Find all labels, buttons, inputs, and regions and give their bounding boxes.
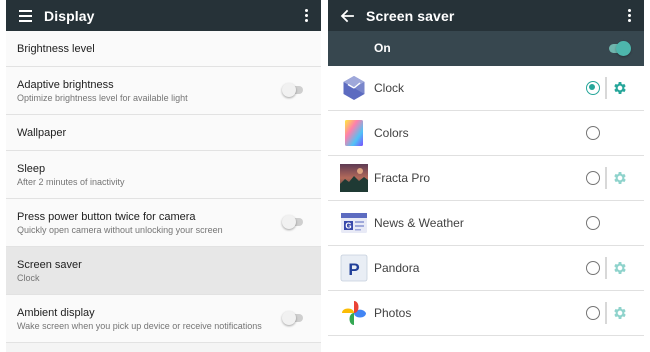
pandora-icon: P: [340, 254, 368, 282]
setting-title: Adaptive brightness: [17, 79, 114, 91]
setting-title: Press power button twice for camera: [17, 211, 196, 223]
gear-icon[interactable]: [612, 305, 628, 321]
saver-name: News & Weather: [374, 216, 464, 230]
setting-ambient-display[interactable]: Ambient display Wake screen when you pic…: [6, 295, 321, 343]
svg-text:P: P: [348, 260, 359, 279]
setting-power-button-camera[interactable]: Press power button twice for camera Quic…: [6, 199, 321, 247]
master-switch-toggle[interactable]: [607, 41, 631, 56]
news-weather-icon: G: [341, 213, 367, 233]
setting-subtitle: Clock: [17, 273, 40, 283]
saver-item-colors[interactable]: Colors: [328, 111, 644, 156]
saver-name: Fracta Pro: [374, 171, 431, 185]
setting-title: Sleep: [17, 163, 46, 175]
saver-item-pandora[interactable]: P Pandora: [328, 246, 644, 291]
clock-icon: [343, 76, 365, 100]
saver-radio[interactable]: [586, 81, 600, 95]
saver-name: Colors: [374, 126, 409, 140]
page-title: Display: [44, 7, 95, 24]
setting-subtitle: Optimize brightness level for available …: [17, 93, 188, 103]
saver-radio[interactable]: [586, 261, 600, 275]
overflow-menu-button[interactable]: [614, 0, 644, 31]
photos-icon: [342, 301, 366, 325]
setting-title: Wallpaper: [17, 127, 67, 139]
saver-radio[interactable]: [586, 126, 600, 140]
saver-name: Photos: [374, 306, 412, 320]
menu-button[interactable]: [6, 0, 44, 31]
setting-screen-saver[interactable]: Screen saver Clock: [6, 247, 321, 295]
saver-item-clock[interactable]: Clock: [328, 66, 644, 111]
setting-title: Screen saver: [17, 259, 82, 271]
fracta-pro-icon: [340, 164, 368, 192]
divider: [605, 77, 607, 99]
setting-title: Brightness level: [17, 43, 95, 55]
back-button[interactable]: [328, 0, 366, 31]
more-vert-icon: [304, 9, 308, 22]
power-button-camera-toggle[interactable]: [282, 215, 305, 229]
saver-name: Pandora: [374, 261, 420, 275]
back-arrow-icon: [340, 9, 354, 22]
gear-icon[interactable]: [612, 80, 628, 96]
display-app-bar: Display: [6, 0, 321, 31]
colors-icon: [345, 120, 363, 146]
hamburger-icon: [18, 9, 32, 22]
divider: [605, 257, 607, 279]
saver-radio[interactable]: [586, 216, 600, 230]
screen-saver-screen: Screen saver On Clock Colors Fracta Pro …: [328, 0, 644, 352]
saver-name: Clock: [374, 81, 405, 95]
setting-subtitle: Wake screen when you pick up device or r…: [17, 321, 262, 331]
display-settings-screen: Display Brightness level Adaptive bright…: [6, 0, 321, 352]
divider: [605, 302, 607, 324]
svg-text:G: G: [345, 222, 351, 231]
gear-icon[interactable]: [612, 170, 628, 186]
saver-item-news-weather[interactable]: G News & Weather: [328, 201, 644, 246]
saver-radio[interactable]: [586, 171, 600, 185]
adaptive-brightness-toggle[interactable]: [282, 83, 305, 97]
overflow-menu-button[interactable]: [291, 0, 321, 31]
screen-saver-app-bar: Screen saver: [328, 0, 644, 31]
setting-title: Ambient display: [17, 307, 95, 319]
setting-sleep[interactable]: Sleep After 2 minutes of inactivity: [6, 151, 321, 199]
saver-item-fracta-pro[interactable]: Fracta Pro: [328, 156, 644, 201]
divider: [605, 167, 607, 189]
setting-adaptive-brightness[interactable]: Adaptive brightness Optimize brightness …: [6, 67, 321, 115]
master-switch-bar[interactable]: On: [328, 31, 644, 66]
page-title: Screen saver: [366, 7, 455, 24]
ambient-display-toggle[interactable]: [282, 311, 305, 325]
setting-wallpaper[interactable]: Wallpaper: [6, 115, 321, 151]
gear-icon[interactable]: [612, 260, 628, 276]
more-vert-icon: [627, 9, 631, 22]
setting-brightness-level[interactable]: Brightness level: [6, 31, 321, 67]
setting-subtitle: After 2 minutes of inactivity: [17, 177, 125, 187]
saver-item-photos[interactable]: Photos: [328, 291, 644, 336]
saver-radio[interactable]: [586, 306, 600, 320]
setting-subtitle: Quickly open camera without unlocking yo…: [17, 225, 223, 235]
master-switch-label: On: [374, 41, 391, 55]
